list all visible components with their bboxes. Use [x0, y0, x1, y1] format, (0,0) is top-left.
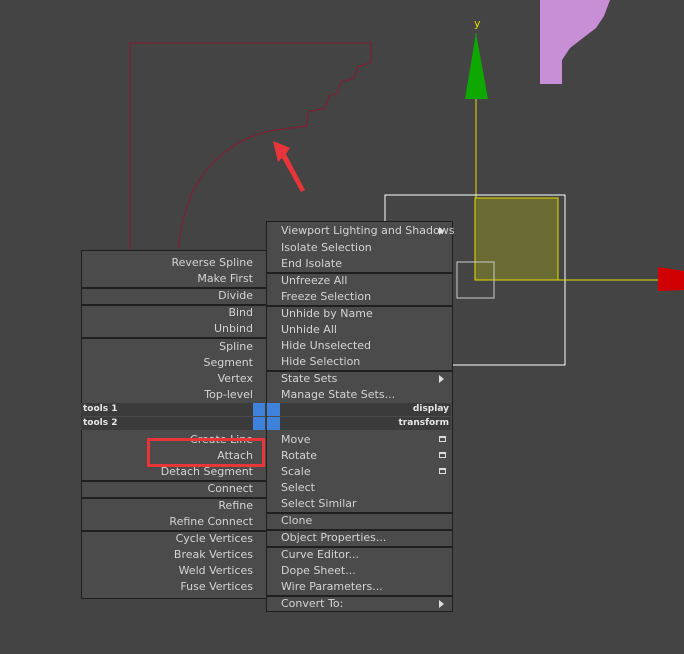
submenu-arrow-icon [439, 600, 444, 608]
menu-item-spline[interactable]: Spline [219, 339, 253, 355]
menu-item-fuse-vertices[interactable]: Fuse Vertices [180, 579, 253, 595]
menu-item-top-level[interactable]: Top-level [204, 387, 253, 403]
menu-item-manage-state-sets[interactable]: Manage State Sets... [281, 387, 395, 403]
menu-item-refine-connect[interactable]: Refine Connect [169, 514, 253, 530]
submenu-arrow-icon [439, 227, 444, 235]
menu-item-refine[interactable]: Refine [218, 498, 253, 514]
menu-item-hide-unselected[interactable]: Hide Unselected [281, 338, 371, 354]
menu-item-rotate[interactable]: Rotate [281, 448, 317, 464]
attach-highlight-box [147, 438, 265, 467]
quad-label-tools2[interactable]: tools 2 [83, 417, 118, 430]
quad-label-tools1[interactable]: tools 1 [83, 403, 118, 416]
menu-item-weld-vertices[interactable]: Weld Vertices [179, 563, 253, 579]
pink-object[interactable] [540, 0, 610, 84]
menu-item-make-first[interactable]: Make First [197, 271, 253, 287]
gizmo-y-arrow[interactable] [465, 33, 488, 99]
settings-box-icon[interactable] [439, 452, 446, 458]
menu-item-unbind[interactable]: Unbind [214, 321, 253, 337]
menu-item-divide[interactable]: Divide [218, 288, 253, 304]
settings-box-icon[interactable] [439, 436, 446, 442]
menu-item-bind[interactable]: Bind [228, 305, 253, 321]
quad-header-bottom: tools 2 transform [81, 417, 451, 430]
quad-label-display[interactable]: display [413, 403, 449, 416]
menu-item-segment[interactable]: Segment [204, 355, 254, 371]
menu-item-end-isolate[interactable]: End Isolate [281, 256, 342, 272]
menu-item-freeze-selection[interactable]: Freeze Selection [281, 289, 371, 305]
menu-item-scale[interactable]: Scale [281, 464, 311, 480]
menu-item-select-similar[interactable]: Select Similar [281, 496, 357, 512]
menu-item-dope-sheet[interactable]: Dope Sheet... [281, 563, 356, 579]
gizmo-y-label: y [474, 17, 481, 30]
menu-item-object-properties[interactable]: Object Properties... [281, 530, 386, 546]
menu-item-vertex[interactable]: Vertex [218, 371, 253, 387]
gizmo-xy-plane[interactable] [474, 197, 559, 281]
quad-center-br [267, 417, 280, 430]
quad-center-tl [253, 403, 265, 416]
quad-label-transform[interactable]: transform [399, 417, 450, 430]
menu-item-curve-editor[interactable]: Curve Editor... [281, 547, 359, 563]
quad-center-bl [253, 417, 265, 430]
menu-item-connect[interactable]: Connect [208, 481, 253, 497]
menu-item-wire-parameters[interactable]: Wire Parameters... [281, 579, 383, 595]
menu-item-cycle-vertices[interactable]: Cycle Vertices [176, 531, 253, 547]
submenu-arrow-icon [439, 375, 444, 383]
menu-item-reverse-spline[interactable]: Reverse Spline [171, 255, 253, 271]
menu-item-convert-to[interactable]: Convert To: [281, 596, 343, 612]
quad-center-tr [267, 403, 280, 416]
menu-item-isolate-selection[interactable]: Isolate Selection [281, 240, 372, 256]
menu-item-state-sets[interactable]: State Sets [281, 371, 337, 387]
menu-item-viewport-lighting-shadows[interactable]: Viewport Lighting and Shadows [281, 223, 454, 239]
menu-item-clone[interactable]: Clone [281, 513, 312, 529]
settings-box-icon[interactable] [439, 468, 446, 474]
gizmo-x-arrow[interactable] [658, 267, 684, 291]
menu-item-move[interactable]: Move [281, 432, 311, 448]
menu-item-hide-selection[interactable]: Hide Selection [281, 354, 360, 370]
menu-item-unfreeze-all[interactable]: Unfreeze All [281, 273, 347, 289]
menu-item-select[interactable]: Select [281, 480, 315, 496]
menu-item-unhide-by-name[interactable]: Unhide by Name [281, 306, 373, 322]
annotation-arrow [273, 141, 305, 192]
menu-item-break-vertices[interactable]: Break Vertices [174, 547, 253, 563]
quad-header-top: tools 1 display [81, 403, 451, 416]
spline-shape[interactable] [129, 42, 372, 250]
menu-item-unhide-all[interactable]: Unhide All [281, 322, 337, 338]
